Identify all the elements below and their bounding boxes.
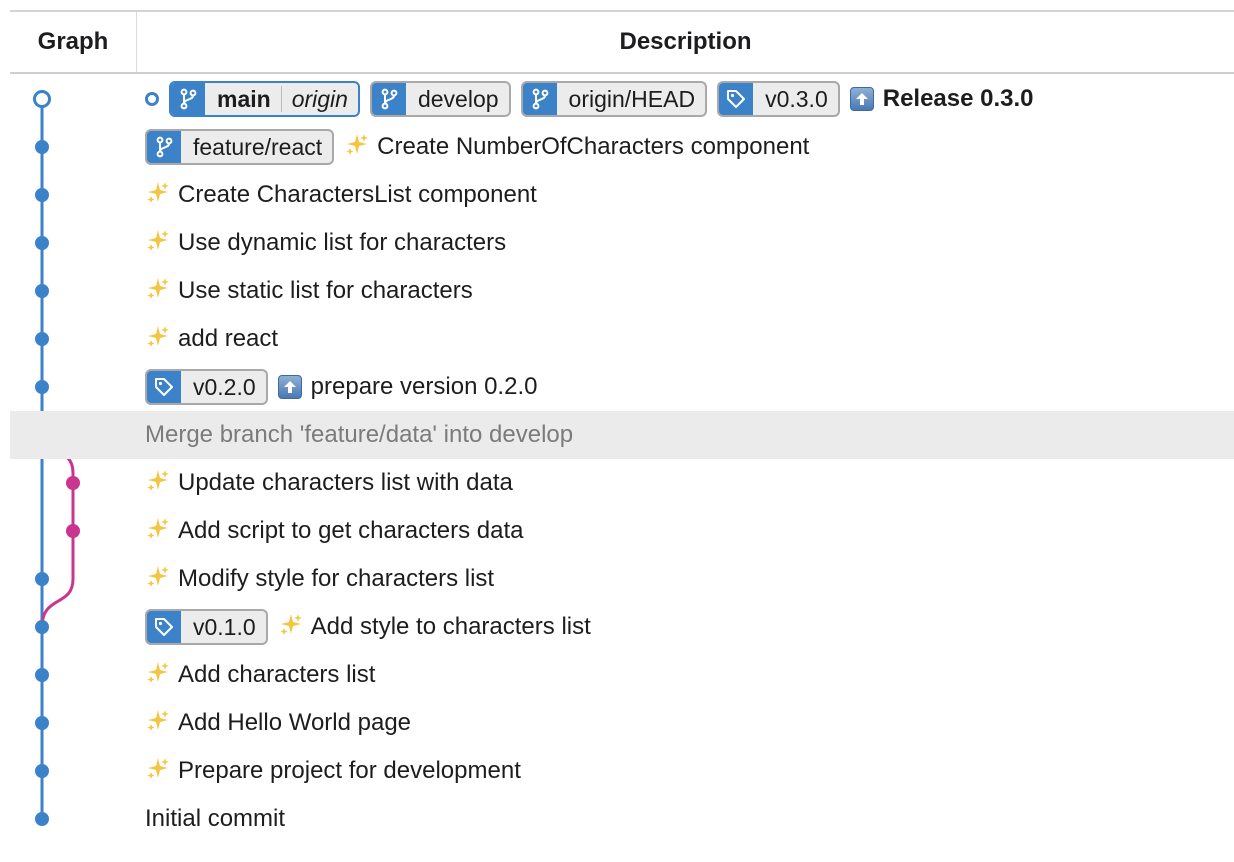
commit-message: Update characters list with data	[178, 469, 513, 496]
branch-chip[interactable]: feature/react	[145, 129, 335, 165]
sparkles-icon	[145, 708, 171, 738]
commit-row[interactable]: feature/react Create NumberOfCharacters c…	[10, 123, 1234, 171]
commit-message: Add script to get characters data	[178, 517, 524, 544]
commit-row[interactable]: Add script to get characters data	[10, 507, 1234, 555]
commit-row[interactable]: Add Hello World page	[10, 699, 1234, 747]
commit-row[interactable]: Initial commit	[10, 795, 1234, 843]
description-column-header[interactable]: Description	[137, 12, 1234, 72]
sparkles-icon	[145, 228, 171, 258]
commit-message: Modify style for characters list	[178, 565, 495, 592]
branch-icon	[171, 83, 205, 115]
commit-message: Prepare project for development	[178, 757, 521, 784]
tag-icon	[147, 611, 181, 643]
commit-message: add react	[178, 325, 279, 352]
sparkles-icon	[145, 324, 171, 354]
sparkles-icon	[145, 180, 171, 210]
tag-chip[interactable]: v0.1.0	[145, 609, 268, 645]
ref-label: feature/react	[193, 133, 323, 160]
up-arrow-icon	[277, 375, 302, 399]
branch-icon	[522, 83, 557, 115]
commit-row[interactable]: Modify style for characters list	[10, 555, 1234, 603]
commit-message: Create NumberOfCharacters component	[377, 133, 810, 160]
tag-icon	[147, 371, 181, 403]
tag-chip[interactable]: v0.2.0	[145, 369, 268, 405]
branch-chip[interactable]: main origin	[169, 81, 360, 117]
ref-label: v0.3.0	[765, 85, 828, 112]
branch-icon	[147, 131, 181, 163]
head-indicator-icon	[145, 92, 159, 106]
sparkles-icon	[145, 468, 171, 498]
sparkles-icon	[145, 756, 171, 786]
commit-row[interactable]: Create CharactersList component	[10, 171, 1234, 219]
tag-chip[interactable]: v0.3.0	[717, 81, 840, 117]
commit-message: Merge branch 'feature/data' into develop	[145, 421, 574, 448]
commit-row[interactable]: Update characters list with data	[10, 459, 1234, 507]
commit-row[interactable]: main origin develop origin/HEAD v0.3.0 Releas…	[10, 75, 1234, 123]
commit-row[interactable]: v0.1.0 Add style to characters list	[10, 603, 1234, 651]
git-history-view: Graph Description main origin develop origi…	[0, 0, 1234, 862]
ref-label: origin/HEAD	[568, 85, 696, 112]
commit-row[interactable]: v0.2.0 prepare version 0.2.0	[10, 363, 1234, 411]
ref-label: main	[217, 85, 271, 112]
commit-row[interactable]: Prepare project for development	[10, 747, 1234, 795]
commit-row[interactable]: Add characters list	[10, 651, 1234, 699]
sparkles-icon	[278, 612, 304, 642]
sparkles-icon	[145, 276, 171, 306]
branch-chip[interactable]: develop	[369, 81, 511, 117]
commit-message: Release 0.3.0	[882, 85, 1034, 112]
commit-message: Use static list for characters	[178, 277, 473, 304]
commit-message: Add style to characters list	[310, 613, 591, 640]
commit-message: Add characters list	[178, 661, 376, 688]
ref-remote-label: origin	[291, 85, 348, 112]
sparkles-icon	[145, 660, 171, 690]
commit-message: Create CharactersList component	[178, 181, 537, 208]
sparkles-icon	[344, 132, 370, 162]
ref-label: develop	[417, 85, 499, 112]
commit-message: Initial commit	[145, 805, 286, 832]
commit-row[interactable]: Use static list for characters	[10, 267, 1234, 315]
ref-label: v0.2.0	[193, 373, 256, 400]
tag-icon	[719, 83, 754, 115]
sparkles-icon	[145, 516, 171, 546]
commit-row[interactable]: add react	[10, 315, 1234, 363]
branch-chip[interactable]: origin/HEAD	[520, 81, 708, 117]
commit-message: Add Hello World page	[178, 709, 412, 736]
commit-message: Use dynamic list for characters	[178, 229, 507, 256]
commit-row[interactable]: Use dynamic list for characters	[10, 219, 1234, 267]
sparkles-icon	[145, 564, 171, 594]
commit-row[interactable]: Merge branch 'feature/data' into develop	[10, 411, 1234, 459]
commit-message: prepare version 0.2.0	[310, 373, 538, 400]
column-header: Graph Description	[10, 12, 1234, 74]
branch-icon	[371, 83, 406, 115]
ref-label: v0.1.0	[193, 613, 256, 640]
up-arrow-icon	[849, 87, 874, 111]
